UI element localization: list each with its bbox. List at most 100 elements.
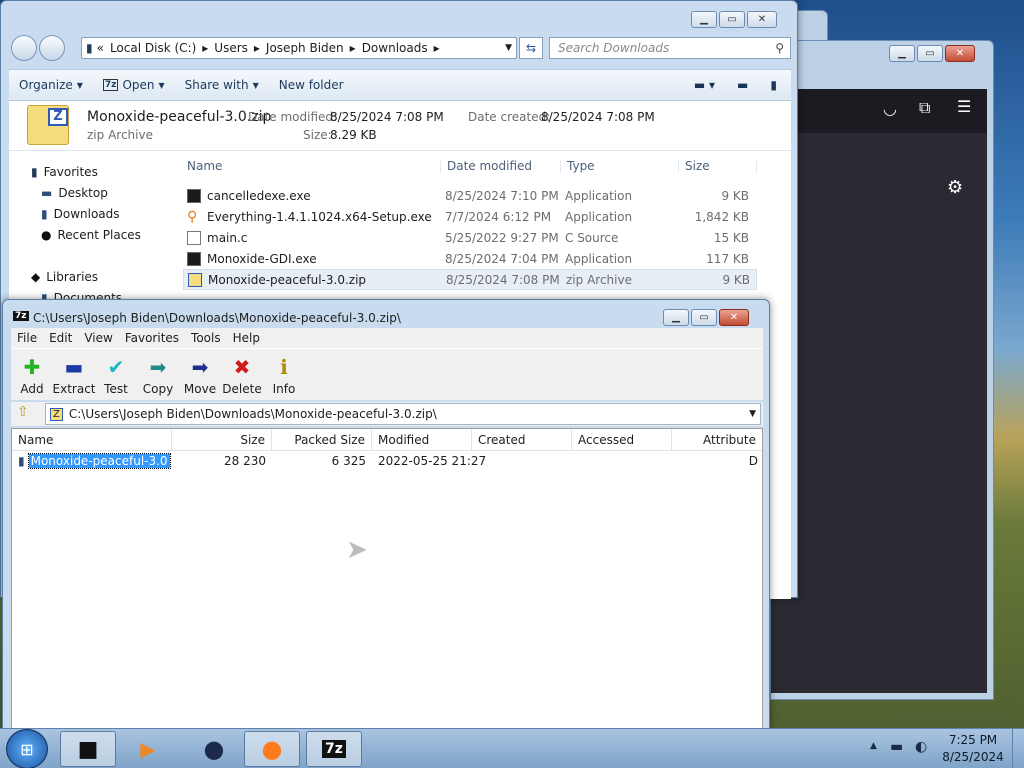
path-input[interactable]: Z C:\Users\Joseph Biden\Downloads\Monoxi… (45, 403, 761, 425)
minimize-button[interactable]: ▁ (663, 309, 689, 326)
menu-edit[interactable]: Edit (43, 331, 78, 345)
maximize-button[interactable]: ▭ (917, 45, 943, 62)
show-desktop-button[interactable] (1012, 729, 1024, 768)
network-icon[interactable]: ▬ (890, 739, 903, 755)
column-name[interactable]: Name (183, 159, 441, 173)
nav-favorites[interactable]: ▮ Favorites (31, 165, 98, 179)
column-modified[interactable]: Modified (372, 429, 472, 450)
zip-icon (188, 272, 202, 287)
up-folder-icon[interactable]: ⇧ (17, 404, 29, 420)
downloads-icon: ▮ (41, 207, 48, 221)
organize-menu[interactable]: Organize ▼ (9, 78, 93, 92)
nav-recent-places[interactable]: ● Recent Places (41, 228, 141, 242)
magnifier-icon: ⚲ (187, 208, 198, 225)
delete-button[interactable]: ✖ Delete (221, 349, 263, 400)
info-button[interactable]: ℹ Info (263, 349, 305, 400)
close-button[interactable]: ✕ (945, 45, 975, 62)
firefox-window[interactable]: ▁ ▭ ✕ ◡ ⧉ ☰ ⚙ (770, 40, 994, 700)
archive-file-list[interactable]: Name Size Packed Size Modified Created A… (11, 428, 763, 730)
menu-help[interactable]: Help (227, 331, 266, 345)
breadcrumb-item[interactable]: Users (214, 41, 248, 55)
file-row[interactable]: Monoxide-GDI.exe 8/25/2024 7:04 PM Applic… (183, 248, 757, 269)
column-date[interactable]: Date modified (441, 159, 561, 173)
copy-button[interactable]: ➡ Copy (137, 349, 179, 400)
zip-folder-icon: Z (27, 105, 69, 145)
7zip-title-icon: 7z (13, 311, 29, 321)
column-attributes[interactable]: Attribute (672, 429, 762, 450)
view-options-icon[interactable]: ▬ ▾ (694, 78, 715, 92)
volume-icon[interactable]: ◐ (915, 739, 927, 755)
column-name[interactable]: Name (12, 429, 172, 450)
close-button[interactable]: ✕ (719, 309, 749, 326)
menu-file[interactable]: File (11, 331, 43, 345)
column-accessed[interactable]: Accessed (572, 429, 672, 450)
nav-libraries[interactable]: ◆ Libraries (31, 270, 98, 284)
breadcrumb-item[interactable]: Local Disk (C:) (110, 41, 196, 55)
breadcrumb-item[interactable]: Downloads (362, 41, 428, 55)
add-button[interactable]: ✚ Add (11, 349, 53, 400)
refresh-button[interactable]: ⇆ (519, 37, 543, 59)
minimize-button[interactable]: ▁ (889, 45, 915, 62)
show-hidden-icons-icon[interactable]: ▲ (870, 741, 877, 751)
clock-time[interactable]: 7:25 PM (936, 733, 1010, 747)
file-row-selected[interactable]: Monoxide-peaceful-3.0.zip 8/25/2024 7:08… (183, 269, 757, 290)
column-created[interactable]: Created (472, 429, 572, 450)
column-packed-size[interactable]: Packed Size (272, 429, 372, 450)
search-placeholder: Search Downloads (558, 41, 670, 55)
new-folder-button[interactable]: New folder (269, 78, 354, 92)
move-button[interactable]: ➡ Move (179, 349, 221, 400)
file-row[interactable]: main.c 5/25/2022 9:27 PM C Source 15 KB (183, 227, 757, 248)
clock-date[interactable]: 8/25/2024 (936, 750, 1010, 764)
start-button[interactable]: ⊞ (6, 729, 48, 768)
menu-favorites[interactable]: Favorites (119, 331, 185, 345)
minimize-button[interactable]: ▁ (691, 11, 717, 28)
maximize-button[interactable]: ▭ (691, 309, 717, 326)
details-created-label: Date created: (468, 110, 551, 124)
taskbar-7zip-button[interactable]: 7z (306, 731, 362, 767)
archive-row[interactable]: ▮ Monoxide-peaceful-3.0 28 230 6 325 202… (12, 451, 762, 471)
menu-icon[interactable]: ☰ (957, 97, 971, 116)
back-button[interactable] (11, 35, 37, 61)
breadcrumb-overflow[interactable]: « (97, 41, 104, 55)
settings-gear-icon[interactable]: ⚙ (947, 177, 963, 198)
path-dropdown-icon[interactable]: ▼ (749, 409, 756, 419)
archive-list-header: Name Size Packed Size Modified Created A… (12, 429, 762, 451)
column-size[interactable]: Size (172, 429, 272, 450)
breadcrumb-item[interactable]: Joseph Biden (266, 41, 344, 55)
open-button[interactable]: 7z Open ▼ (93, 78, 175, 92)
forward-button[interactable] (39, 35, 65, 61)
test-button[interactable]: ✔ Test (95, 349, 137, 400)
file-row[interactable]: cancelledexe.exe 8/25/2024 7:10 PM Applic… (183, 185, 757, 206)
media-player-icon: ▶ (140, 737, 156, 761)
maximize-button[interactable]: ▭ (719, 11, 745, 28)
column-size[interactable]: Size (679, 159, 757, 173)
close-button[interactable]: ✕ (747, 11, 777, 28)
preview-pane-icon[interactable]: ▬ (737, 78, 748, 92)
nav-downloads[interactable]: ▮ Downloads (41, 207, 120, 221)
globe-icon: ● (203, 735, 225, 763)
file-list-header: Name Date modified Type Size (183, 153, 757, 179)
nav-desktop[interactable]: ▬ Desktop (41, 186, 108, 200)
column-type[interactable]: Type (561, 159, 679, 173)
archive-item-name: Monoxide-peaceful-3.0 (27, 453, 171, 469)
menu-tools[interactable]: Tools (185, 331, 227, 345)
info-icon: ℹ (280, 355, 288, 379)
address-bar[interactable]: ▮ « Local Disk (C:) ▸ Users ▸ Joseph Biden… (81, 37, 517, 59)
taskbar-media-player-button[interactable]: ▶ (120, 731, 176, 767)
share-with-menu[interactable]: Share with ▼ (175, 78, 269, 92)
address-dropdown-icon[interactable]: ▼ (505, 43, 512, 53)
taskbar-app-button[interactable]: ● (186, 731, 242, 767)
command-bar: Organize ▼ 7z Open ▼ Share with ▼ New folder… (9, 69, 791, 101)
pocket-icon[interactable]: ◡ (883, 99, 897, 118)
extensions-icon[interactable]: ⧉ (919, 98, 930, 118)
7zip-window[interactable]: 7z C:\Users\Joseph Biden\Downloads\Monox… (2, 299, 770, 730)
taskbar-firefox-button[interactable]: ● (244, 731, 300, 767)
extract-button[interactable]: ▬ Extract (53, 349, 96, 400)
menu-view[interactable]: View (78, 331, 118, 345)
help-icon[interactable]: ▮ (770, 78, 777, 92)
search-input[interactable]: Search Downloads ⚲ (549, 37, 791, 59)
details-size: 8.29 KB (330, 128, 377, 142)
file-row[interactable]: ⚲ Everything-1.4.1.1024.x64-Setup.exe 7/7… (183, 206, 757, 227)
search-icon: ⚲ (775, 41, 784, 55)
taskbar-explorer-button[interactable]: ■ (60, 731, 116, 767)
